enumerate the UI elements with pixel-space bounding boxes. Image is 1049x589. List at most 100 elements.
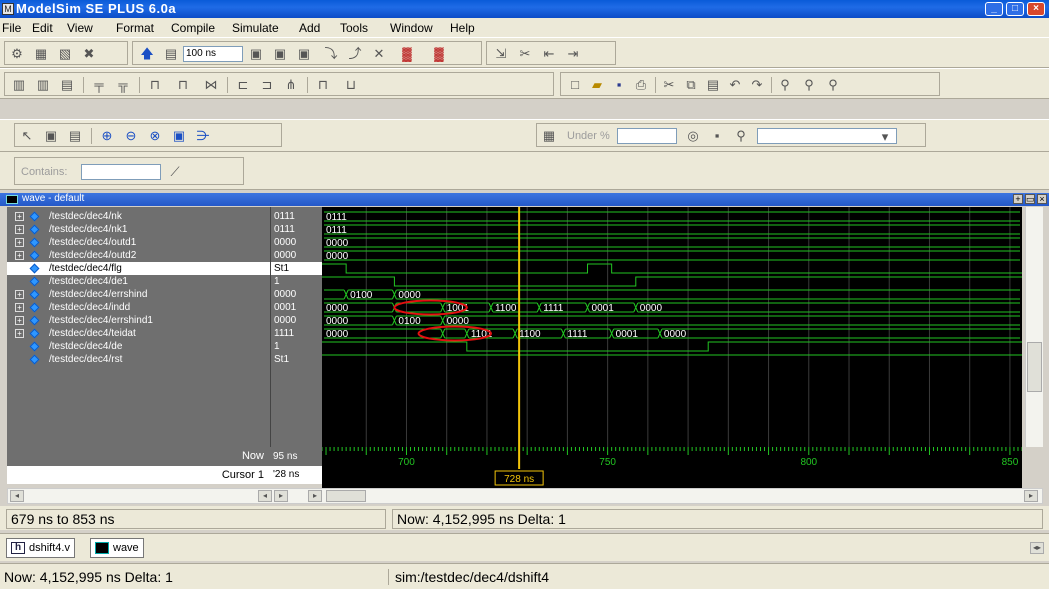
open-folder-icon[interactable]: ▰ — [589, 77, 605, 93]
menu-add[interactable]: Add — [299, 21, 320, 35]
cut-signal-icon[interactable]: ✂ — [517, 46, 533, 62]
paste-icon[interactable]: ▤ — [705, 77, 721, 93]
minimize-button[interactable]: _ — [985, 2, 1003, 16]
signal-row[interactable]: + /testdec/dec4/errshind — [7, 288, 270, 301]
under-percent-input[interactable] — [617, 128, 677, 144]
find-next-icon[interactable]: ⚲ — [801, 77, 817, 93]
rising-edge-icon[interactable]: ⊏ — [235, 77, 251, 93]
expand-plus-icon[interactable]: + — [15, 316, 24, 325]
continue-run-icon[interactable]: ▣ — [272, 46, 288, 62]
cursor-icon[interactable]: ╦ — [115, 77, 131, 93]
scroll-right-icon[interactable]: ▸ — [1024, 490, 1038, 502]
coverage-target-icon[interactable]: ◎ — [685, 128, 701, 144]
signal-row[interactable]: + /testdec/dec4/nk — [7, 210, 270, 223]
expand-plus-icon[interactable]: + — [15, 238, 24, 247]
close-button[interactable]: × — [1027, 2, 1045, 16]
vertical-scroll-thumb[interactable] — [1027, 342, 1042, 392]
signal-row[interactable]: /testdec/dec4/rst — [7, 353, 270, 366]
up-arrow-icon[interactable]: 🡅 — [139, 46, 155, 62]
expand-plus-icon[interactable]: + — [15, 290, 24, 299]
find-binoculars-icon[interactable]: ⚲ — [733, 128, 749, 144]
scroll-right-icon[interactable]: ▸ — [308, 490, 322, 502]
find-combo-input[interactable] — [757, 128, 897, 144]
print-icon[interactable]: ⎙ — [633, 77, 649, 93]
scroll-left-icon[interactable]: ◂ — [258, 490, 272, 502]
filter-icon[interactable]: ▦ — [541, 128, 557, 144]
cut-icon[interactable]: ✂ — [661, 77, 677, 93]
menu-help[interactable]: Help — [450, 21, 475, 35]
undo-icon[interactable]: ↶ — [727, 77, 743, 93]
copy-icon[interactable]: ⧉ — [683, 77, 699, 93]
signal-row[interactable]: /testdec/dec4/de1 — [7, 275, 270, 288]
signal-row[interactable]: + /testdec/dec4/nk1 — [7, 223, 270, 236]
zoom-in-icon[interactable]: ⊕ — [99, 128, 115, 144]
run-all-icon[interactable]: ▣ — [296, 46, 312, 62]
tab-wave[interactable]: wave — [90, 538, 144, 558]
stop-icon[interactable]: ✕ — [371, 46, 387, 62]
outdent-icon[interactable]: ⇥ — [565, 46, 581, 62]
horizontal-scroll-thumb[interactable] — [326, 490, 366, 502]
find-prev-icon[interactable]: ⚲ — [825, 77, 841, 93]
signal-row[interactable]: + /testdec/dec4/outd2 — [7, 249, 270, 262]
menu-compile[interactable]: Compile — [171, 21, 215, 35]
falling-edge-icon[interactable]: ⊐ — [259, 77, 275, 93]
contains-input[interactable] — [81, 164, 161, 180]
bus-wave-icon[interactable]: ⋈ — [203, 77, 219, 93]
scroll-left-icon[interactable]: ◂ — [10, 490, 24, 502]
compile-all-icon[interactable]: ▧ — [57, 46, 73, 62]
signal-row[interactable]: + /testdec/dec4/outd1 — [7, 236, 270, 249]
chevron-down-icon[interactable]: ▾ — [877, 129, 893, 145]
new-file-icon[interactable]: □ — [567, 77, 583, 93]
menu-format[interactable]: Format — [116, 21, 154, 35]
cursor-label[interactable]: Cursor 1 — [7, 466, 270, 484]
edit-mode-icon[interactable]: ▤ — [67, 128, 83, 144]
save-icon[interactable]: ▪ — [611, 77, 627, 93]
signal-row[interactable]: /testdec/dec4/de — [7, 340, 270, 353]
zoom-full-icon[interactable]: ⊗ — [147, 128, 163, 144]
zoom-mode-icon[interactable]: ▣ — [43, 128, 59, 144]
insert-breakpoint-icon[interactable]: ▥ — [35, 77, 51, 93]
menu-view[interactable]: View — [67, 21, 93, 35]
zoom-out-icon[interactable]: ⊖ — [123, 128, 139, 144]
tab-scroll-icon[interactable]: ◂▸ — [1030, 542, 1044, 554]
signal-row[interactable]: + /testdec/dec4/errshind1 — [7, 314, 270, 327]
restart-icon[interactable]: ⚙ — [9, 46, 25, 62]
horizontal-scrollbar[interactable]: ◂ ◂ ▸ ▸ ▸ — [7, 488, 1043, 504]
tab-dshift4-v[interactable]: h dshift4.v — [6, 538, 75, 558]
maximize-button[interactable]: □ — [1006, 2, 1024, 16]
scroll-right-icon[interactable]: ▸ — [274, 490, 288, 502]
find-icon[interactable]: ⚲ — [777, 77, 793, 93]
performance-icon[interactable]: ▓ — [399, 46, 415, 62]
pulse-icon[interactable]: ⊓ — [147, 77, 163, 93]
wave-dock-button[interactable]: + — [1013, 194, 1023, 204]
wave-compare-icon[interactable]: ⊓ — [315, 77, 331, 93]
expand-plus-icon[interactable]: + — [15, 251, 24, 260]
align-icon[interactable]: ╤ — [91, 77, 107, 93]
signal-row[interactable]: + /testdec/dec4/teidat — [7, 327, 270, 340]
memory-icon[interactable]: ▓ — [431, 46, 447, 62]
menu-edit[interactable]: Edit — [32, 21, 53, 35]
dataflow-icon[interactable]: ⇲ — [493, 46, 509, 62]
indent-icon[interactable]: ⇤ — [541, 46, 557, 62]
run-length-input[interactable]: 100 ns — [183, 46, 243, 62]
save-filter-icon[interactable]: ▪ — [709, 128, 725, 144]
expand-plus-icon[interactable]: + — [15, 329, 24, 338]
transition-icon[interactable]: ⋔ — [283, 77, 299, 93]
expand-plus-icon[interactable]: + — [15, 212, 24, 221]
zoom-range-icon[interactable]: ⋺ — [195, 128, 211, 144]
zoom-cursor-icon[interactable]: ▣ — [171, 128, 187, 144]
menu-tools[interactable]: Tools — [340, 21, 368, 35]
wave-close-button[interactable]: × — [1037, 194, 1047, 204]
redo-icon[interactable]: ↷ — [749, 77, 765, 93]
menu-window[interactable]: Window — [390, 21, 433, 35]
break-icon[interactable]: ✖ — [81, 46, 97, 62]
waveform-canvas[interactable]: 0111 0111 0000 0000 0100 0000 0000 1001 1100 1111… — [322, 207, 1022, 490]
signal-row[interactable]: + /testdec/dec4/indd — [7, 301, 270, 314]
insert-divider-icon[interactable]: ▥ — [11, 77, 27, 93]
select-pointer-icon[interactable]: ↖ — [19, 128, 35, 144]
clear-filter-icon[interactable]: ⟋ — [167, 164, 183, 180]
wave-compare-end-icon[interactable]: ⊔ — [343, 77, 359, 93]
expand-plus-icon[interactable]: + — [15, 225, 24, 234]
compile-icon[interactable]: ▦ — [33, 46, 49, 62]
step-over-icon[interactable]: ⤴ — [347, 46, 363, 62]
